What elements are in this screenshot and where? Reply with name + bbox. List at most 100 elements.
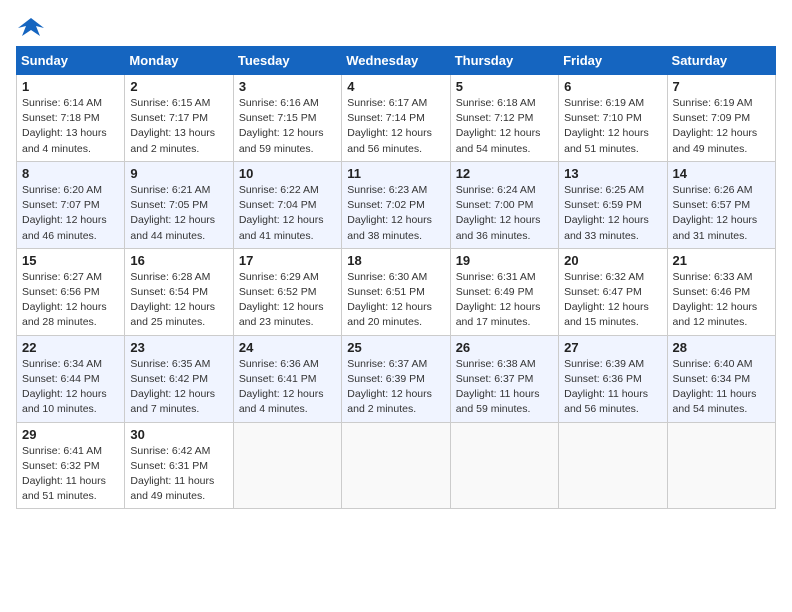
- header-tuesday: Tuesday: [233, 47, 341, 75]
- calendar-cell: [667, 422, 775, 509]
- day-info: Sunrise: 6:34 AMSunset: 6:44 PMDaylight:…: [22, 357, 119, 418]
- day-number: 30: [130, 427, 227, 442]
- day-number: 29: [22, 427, 119, 442]
- calendar-cell: 10 Sunrise: 6:22 AMSunset: 7:04 PMDayligh…: [233, 161, 341, 248]
- calendar-cell: 16 Sunrise: 6:28 AMSunset: 6:54 PMDayligh…: [125, 248, 233, 335]
- day-info: Sunrise: 6:17 AMSunset: 7:14 PMDaylight:…: [347, 96, 444, 157]
- day-info: Sunrise: 6:25 AMSunset: 6:59 PMDaylight:…: [564, 183, 661, 244]
- calendar-cell: 6Sunrise: 6:19 AMSunset: 7:10 PMDaylight…: [559, 75, 667, 162]
- calendar-cell: 25 Sunrise: 6:37 AMSunset: 6:39 PMDayligh…: [342, 335, 450, 422]
- calendar-cell: 21 Sunrise: 6:33 AMSunset: 6:46 PMDayligh…: [667, 248, 775, 335]
- day-number: 13: [564, 166, 661, 181]
- calendar-cell: [233, 422, 341, 509]
- day-info: Sunrise: 6:21 AMSunset: 7:05 PMDaylight:…: [130, 183, 227, 244]
- header-saturday: Saturday: [667, 47, 775, 75]
- calendar-cell: [559, 422, 667, 509]
- day-info: Sunrise: 6:27 AMSunset: 6:56 PMDaylight:…: [22, 270, 119, 331]
- day-number: 4: [347, 79, 444, 94]
- day-number: 6: [564, 79, 661, 94]
- day-info: Sunrise: 6:26 AMSunset: 6:57 PMDaylight:…: [673, 183, 770, 244]
- day-info: Sunrise: 6:33 AMSunset: 6:46 PMDaylight:…: [673, 270, 770, 331]
- header: [16, 16, 776, 34]
- calendar-cell: 17Sunrise: 6:29 AMSunset: 6:52 PMDayligh…: [233, 248, 341, 335]
- calendar-header-row: SundayMondayTuesdayWednesdayThursdayFrid…: [17, 47, 776, 75]
- header-sunday: Sunday: [17, 47, 125, 75]
- calendar-cell: 11 Sunrise: 6:23 AMSunset: 7:02 PMDayligh…: [342, 161, 450, 248]
- day-info: Sunrise: 6:36 AMSunset: 6:41 PMDaylight:…: [239, 357, 336, 418]
- calendar-cell: 2 Sunrise: 6:15 AMSunset: 7:17 PMDaylight…: [125, 75, 233, 162]
- calendar-week-row: 29 Sunrise: 6:41 AMSunset: 6:32 PMDayligh…: [17, 422, 776, 509]
- day-number: 25: [347, 340, 444, 355]
- day-info: Sunrise: 6:18 AMSunset: 7:12 PMDaylight:…: [456, 96, 553, 157]
- calendar-cell: 24 Sunrise: 6:36 AMSunset: 6:41 PMDayligh…: [233, 335, 341, 422]
- day-number: 26: [456, 340, 553, 355]
- day-number: 28: [673, 340, 770, 355]
- day-number: 7: [673, 79, 770, 94]
- calendar-cell: 3Sunrise: 6:16 AMSunset: 7:15 PMDaylight…: [233, 75, 341, 162]
- calendar-week-row: 8Sunrise: 6:20 AMSunset: 7:07 PMDaylight…: [17, 161, 776, 248]
- calendar-cell: 9 Sunrise: 6:21 AMSunset: 7:05 PMDaylight…: [125, 161, 233, 248]
- calendar-cell: 15 Sunrise: 6:27 AMSunset: 6:56 PMDayligh…: [17, 248, 125, 335]
- calendar-cell: 14 Sunrise: 6:26 AMSunset: 6:57 PMDayligh…: [667, 161, 775, 248]
- calendar-cell: 5Sunrise: 6:18 AMSunset: 7:12 PMDaylight…: [450, 75, 558, 162]
- calendar-cell: 18 Sunrise: 6:30 AMSunset: 6:51 PMDayligh…: [342, 248, 450, 335]
- day-number: 9: [130, 166, 227, 181]
- day-number: 2: [130, 79, 227, 94]
- day-info: Sunrise: 6:32 AMSunset: 6:47 PMDaylight:…: [564, 270, 661, 331]
- day-info: Sunrise: 6:22 AMSunset: 7:04 PMDaylight:…: [239, 183, 336, 244]
- header-friday: Friday: [559, 47, 667, 75]
- day-number: 14: [673, 166, 770, 181]
- header-wednesday: Wednesday: [342, 47, 450, 75]
- day-number: 15: [22, 253, 119, 268]
- day-number: 21: [673, 253, 770, 268]
- day-info: Sunrise: 6:31 AMSunset: 6:49 PMDaylight:…: [456, 270, 553, 331]
- calendar-cell: 20 Sunrise: 6:32 AMSunset: 6:47 PMDayligh…: [559, 248, 667, 335]
- calendar-cell: 12Sunrise: 6:24 AMSunset: 7:00 PMDayligh…: [450, 161, 558, 248]
- day-info: Sunrise: 6:28 AMSunset: 6:54 PMDaylight:…: [130, 270, 227, 331]
- calendar-cell: 7Sunrise: 6:19 AMSunset: 7:09 PMDaylight…: [667, 75, 775, 162]
- day-info: Sunrise: 6:20 AMSunset: 7:07 PMDaylight:…: [22, 183, 119, 244]
- calendar-cell: 22 Sunrise: 6:34 AMSunset: 6:44 PMDayligh…: [17, 335, 125, 422]
- calendar-cell: 13 Sunrise: 6:25 AMSunset: 6:59 PMDayligh…: [559, 161, 667, 248]
- day-number: 20: [564, 253, 661, 268]
- day-info: Sunrise: 6:35 AMSunset: 6:42 PMDaylight:…: [130, 357, 227, 418]
- calendar-cell: 30 Sunrise: 6:42 AMSunset: 6:31 PMDayligh…: [125, 422, 233, 509]
- calendar-week-row: 22 Sunrise: 6:34 AMSunset: 6:44 PMDayligh…: [17, 335, 776, 422]
- day-info: Sunrise: 6:14 AMSunset: 7:18 PMDaylight:…: [22, 96, 119, 157]
- calendar-week-row: 15 Sunrise: 6:27 AMSunset: 6:56 PMDayligh…: [17, 248, 776, 335]
- calendar-cell: 4 Sunrise: 6:17 AMSunset: 7:14 PMDaylight…: [342, 75, 450, 162]
- calendar-cell: 8Sunrise: 6:20 AMSunset: 7:07 PMDaylight…: [17, 161, 125, 248]
- day-number: 23: [130, 340, 227, 355]
- day-number: 18: [347, 253, 444, 268]
- day-number: 3: [239, 79, 336, 94]
- day-info: Sunrise: 6:37 AMSunset: 6:39 PMDaylight:…: [347, 357, 444, 418]
- day-info: Sunrise: 6:30 AMSunset: 6:51 PMDaylight:…: [347, 270, 444, 331]
- day-info: Sunrise: 6:24 AMSunset: 7:00 PMDaylight:…: [456, 183, 553, 244]
- calendar-table: SundayMondayTuesdayWednesdayThursdayFrid…: [16, 46, 776, 509]
- day-number: 24: [239, 340, 336, 355]
- calendar-cell: 29 Sunrise: 6:41 AMSunset: 6:32 PMDayligh…: [17, 422, 125, 509]
- calendar-cell: [342, 422, 450, 509]
- day-info: Sunrise: 6:42 AMSunset: 6:31 PMDaylight:…: [130, 444, 227, 505]
- header-thursday: Thursday: [450, 47, 558, 75]
- calendar-cell: 28Sunrise: 6:40 AMSunset: 6:34 PMDayligh…: [667, 335, 775, 422]
- day-number: 10: [239, 166, 336, 181]
- calendar-cell: 1 Sunrise: 6:14 AMSunset: 7:18 PMDaylight…: [17, 75, 125, 162]
- day-info: Sunrise: 6:29 AMSunset: 6:52 PMDaylight:…: [239, 270, 336, 331]
- logo-bird-icon: [18, 16, 44, 38]
- day-number: 16: [130, 253, 227, 268]
- day-info: Sunrise: 6:23 AMSunset: 7:02 PMDaylight:…: [347, 183, 444, 244]
- day-number: 22: [22, 340, 119, 355]
- logo: [16, 16, 44, 34]
- day-info: Sunrise: 6:15 AMSunset: 7:17 PMDaylight:…: [130, 96, 227, 157]
- day-number: 19: [456, 253, 553, 268]
- day-number: 11: [347, 166, 444, 181]
- day-info: Sunrise: 6:41 AMSunset: 6:32 PMDaylight:…: [22, 444, 119, 505]
- day-info: Sunrise: 6:38 AMSunset: 6:37 PMDaylight:…: [456, 357, 553, 418]
- day-number: 1: [22, 79, 119, 94]
- calendar-week-row: 1 Sunrise: 6:14 AMSunset: 7:18 PMDaylight…: [17, 75, 776, 162]
- day-info: Sunrise: 6:39 AMSunset: 6:36 PMDaylight:…: [564, 357, 661, 418]
- calendar-cell: 19 Sunrise: 6:31 AMSunset: 6:49 PMDayligh…: [450, 248, 558, 335]
- calendar-cell: 27Sunrise: 6:39 AMSunset: 6:36 PMDayligh…: [559, 335, 667, 422]
- header-monday: Monday: [125, 47, 233, 75]
